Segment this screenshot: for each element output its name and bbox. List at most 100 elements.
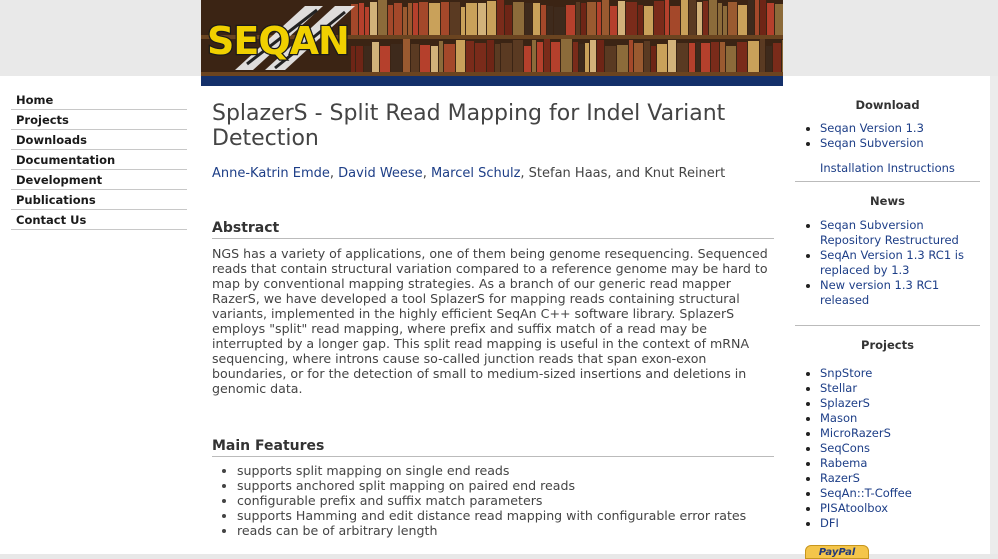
book-spine [579,44,584,72]
logo-text: SEQAN [207,19,349,63]
book-spine [419,2,428,35]
book-spine [541,5,546,35]
book-spine [629,40,633,72]
book-spine [497,0,504,35]
book-spine [657,44,667,72]
book-spine [547,6,553,35]
book-spine [431,46,438,72]
book-spine [408,3,412,35]
main-navigation: Home Projects Downloads Documentation De… [11,90,187,230]
project-link[interactable]: SplazerS [820,396,870,410]
book-spine [561,39,572,72]
authors-line: Anne-Katrin Emde, David Weese, Marcel Sc… [212,166,774,181]
book-spine [689,0,696,35]
project-item: RazerS [820,471,980,486]
book-spine [495,44,500,72]
project-link[interactable]: Mason [820,411,857,425]
book-spine [665,0,669,35]
project-item: SnpStore [820,366,980,381]
book-spine [696,42,700,72]
download-link[interactable]: Seqan Version 1.3 [820,121,924,135]
book-spine [618,1,625,35]
news-link[interactable]: New version 1.3 RC1 released [820,278,939,307]
nav-item-home[interactable]: Home [11,91,187,110]
book-spine [444,44,455,72]
book-spine [501,43,512,72]
project-item: Rabema [820,456,980,471]
book-spine [590,40,596,72]
book-spine [605,46,616,72]
nav-item-contact-us[interactable]: Contact Us [11,211,187,230]
book-spine [411,44,419,72]
project-link[interactable]: MicroRazerS [820,426,891,440]
book-spine [466,3,477,35]
project-link[interactable]: RazerS [820,471,860,485]
book-spine [755,0,759,35]
book-spine [748,41,759,72]
author-link[interactable]: Marcel Schulz [431,166,520,181]
project-item: SplazerS [820,396,980,411]
feature-item: configurable prefix and suffix match par… [237,493,774,508]
project-link[interactable]: SeqCons [820,441,870,455]
features-list: supports split mapping on single end rea… [212,463,774,538]
download-link-item: Seqan Version 1.3 [820,121,980,136]
header-banner: SEQAN [201,0,783,76]
nav-item-documentation[interactable]: Documentation [11,151,187,170]
book-spine [487,1,496,35]
feature-item: reads can be of arbitrary length [237,523,774,538]
nav-item-publications[interactable]: Publications [11,191,187,210]
book-spine [626,2,637,35]
installation-instructions-link[interactable]: Installation Instructions [795,161,980,176]
book-spine [728,2,737,35]
author-link[interactable]: Anne-Katrin Emde [212,166,330,181]
project-link[interactable]: Stellar [820,381,857,395]
book-spine [670,6,680,35]
download-link-item: Seqan Subversion [820,136,980,151]
book-spine [638,5,643,35]
book-spine [478,3,486,35]
paypal-button[interactable]: PayPal [805,545,869,559]
book-spine [720,42,725,72]
project-link[interactable]: Rabema [820,456,867,470]
nav-item-development[interactable]: Development [11,171,187,190]
seqan-logo[interactable]: SEQAN [205,4,375,72]
book-spine [634,43,643,72]
book-spine [703,1,708,35]
page-edge [990,76,998,554]
book-spine [394,3,402,35]
news-links: Seqan Subversion Repository Restructured… [795,218,980,326]
book-spine [597,2,601,35]
book-spine [689,43,695,72]
book-spine [597,40,604,72]
book-spine [782,40,783,72]
project-link[interactable]: PISAtoolbox [820,501,888,515]
book-spine [513,40,523,72]
page-title: SplazerS - Split Read Mapping for Indel … [212,101,726,151]
project-link[interactable]: SeqAn::T-Coffee [820,486,912,500]
nav-item-projects[interactable]: Projects [11,111,187,130]
book-spine [668,40,676,72]
book-spine [576,2,580,35]
book-spine [697,2,702,35]
install-section: Installation Instructions [795,151,980,182]
project-link[interactable]: DFI [820,516,839,530]
book-spine [654,1,664,35]
book-spine [723,6,727,35]
author-link[interactable]: David Weese [338,166,423,181]
project-item: SeqCons [820,441,980,456]
news-item: SeqAn Version 1.3 RC1 is replaced by 1.3 [820,248,980,278]
book-spine [701,43,710,72]
nav-item-downloads[interactable]: Downloads [11,131,187,150]
book-spine [711,42,719,72]
download-link[interactable]: Seqan Subversion [820,136,924,150]
book-spine [466,41,474,72]
download-heading: Download [855,98,920,112]
news-link[interactable]: Seqan Subversion Repository Restructured [820,218,959,247]
book-spine [767,3,774,35]
project-item: Stellar [820,381,980,396]
news-link[interactable]: SeqAn Version 1.3 RC1 is replaced by 1.3 [820,248,964,277]
book-spine [644,6,653,35]
book-spine [456,40,465,72]
project-link[interactable]: SnpStore [820,366,872,380]
book-spine [566,5,575,35]
